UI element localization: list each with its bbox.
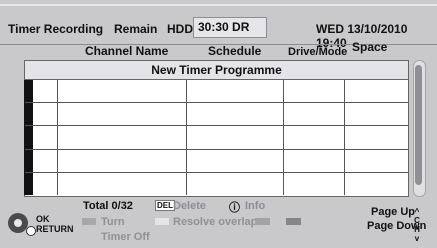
blue-key-icon[interactable] [286,218,301,225]
table-row[interactable] [34,81,407,102]
new-timer-programme-row[interactable]: New Timer Programme [25,61,408,80]
table-row[interactable] [34,103,407,125]
table-row[interactable] [34,150,407,172]
column-header-space: Space [352,40,388,54]
info-label: Info [245,200,266,212]
ch-label-h: H [414,225,420,234]
timer-off-label: Timer Off [101,231,150,243]
hdd-label: HDD [167,22,193,36]
yellow-key-icon[interactable] [255,218,270,225]
page-up-label: Page Up [371,206,416,218]
ok-center-icon [14,219,22,227]
column-header-schedule: Schedule [208,44,262,58]
column-header-drive-mode: Drive/Mode [288,46,348,58]
ok-label: OK [36,214,50,224]
column-header-channel: Channel Name [85,44,169,58]
green-key-icon[interactable] [155,218,169,225]
return-button-icon[interactable] [26,226,36,236]
return-label: RETURN [36,224,74,234]
remain-label: Remain [114,22,158,36]
table-row[interactable] [34,173,407,195]
row-selector-column [24,80,33,195]
header-top-line [0,4,437,6]
scrollbar-thumb[interactable] [415,65,422,185]
info-icon[interactable]: ⓘ [229,199,240,215]
delete-label: Delete [173,200,207,212]
hdd-remain-value: 30:30 DR [193,17,267,38]
table-row[interactable] [34,126,407,149]
resolve-overlap-label: Resolve overlap [173,216,258,228]
del-key-icon[interactable]: DEL [155,200,175,211]
ch-label-c: C [414,216,420,225]
page-title: Timer Recording [8,22,104,36]
ch-down-arrow: v [414,234,420,243]
ch-up-arrow: ^ [414,207,420,216]
ok-return-hint: OK RETURN [8,210,78,236]
red-key-icon[interactable] [82,218,96,225]
total-count: Total 0/32 [83,200,133,212]
channel-up-down-icon[interactable]: ^ C H v [411,207,423,243]
turn-timer-off-label: Turn [101,216,125,228]
